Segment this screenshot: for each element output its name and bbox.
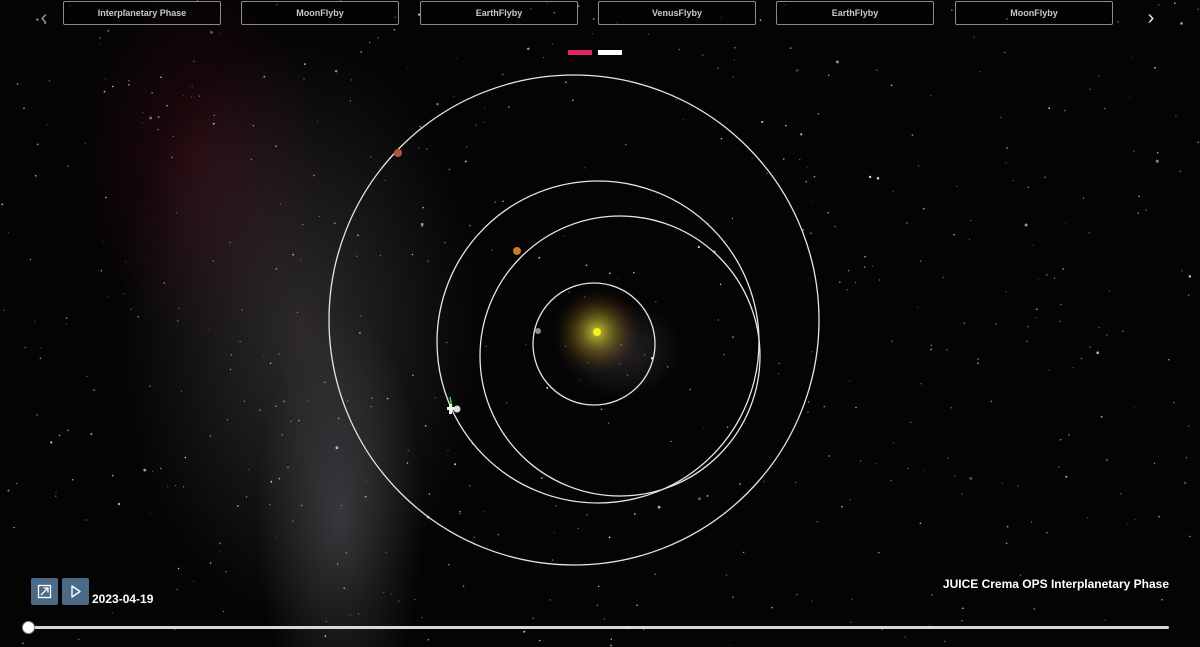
- expand-icon: [37, 584, 52, 599]
- mission-title: JUICE Crema OPS Interplanetary Phase: [942, 577, 1169, 591]
- play-icon: [71, 585, 81, 598]
- mars-planet-icon[interactable]: [394, 149, 402, 157]
- orbit-diagram: [328, 74, 820, 566]
- venus-planet-icon[interactable]: [513, 247, 521, 255]
- timeline-slider-handle[interactable]: [22, 621, 35, 634]
- current-date-label: 2023-04-19: [92, 592, 154, 606]
- play-button[interactable]: [62, 578, 89, 605]
- expand-button[interactable]: [31, 578, 58, 605]
- sun-icon[interactable]: [593, 328, 601, 336]
- solar-system-viewer[interactable]: ‹ Interplanetary Phase MoonFlyby EarthFl…: [0, 0, 1200, 647]
- spacecraft-icon[interactable]: [447, 396, 461, 414]
- mercury-planet-icon[interactable]: [535, 328, 541, 334]
- timeline-slider-track[interactable]: [28, 626, 1169, 629]
